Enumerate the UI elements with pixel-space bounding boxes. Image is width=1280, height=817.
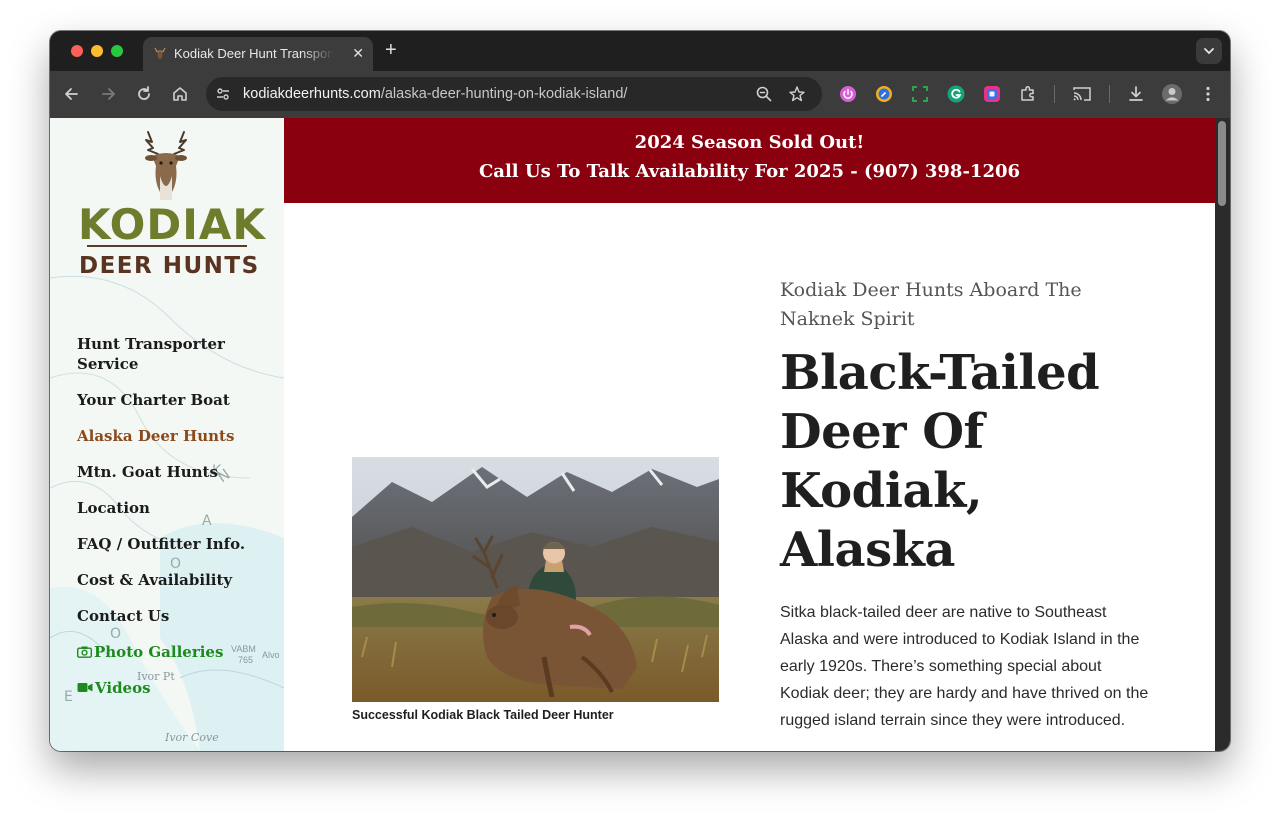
url-host: kodiakdeerhunts.com — [243, 86, 381, 102]
grammarly-icon[interactable] — [946, 84, 966, 104]
bookmark-star-icon[interactable] — [788, 85, 806, 103]
page-viewport: N K A O O E Ivor Pt Ivor Cove VABM 765 A… — [50, 118, 1230, 751]
map-label: Ivor Cove — [165, 731, 219, 744]
logo-deer-hunts[interactable]: DEER HUNTS — [79, 253, 260, 279]
announcement-banner: 2024 Season Sold Out! Call Us To Talk Av… — [284, 118, 1215, 203]
url-text: kodiakdeerhunts.com/alaska-deer-hunting-… — [243, 86, 627, 102]
more-menu-icon[interactable] — [1198, 84, 1218, 104]
download-icon[interactable] — [1126, 84, 1146, 104]
nav-alaska-deer-hunts[interactable]: Alaska Deer Hunts — [77, 426, 277, 446]
page-title: Black-Tailed Deer Of Kodiak, Alaska — [780, 345, 1100, 578]
page-scrollbar[interactable] — [1215, 118, 1230, 751]
nav-your-charter-boat[interactable]: Your Charter Boat — [77, 390, 277, 410]
logo-kodiak[interactable]: KODIAK — [78, 200, 266, 249]
nav-location[interactable]: Location — [77, 498, 277, 518]
back-arrow-icon[interactable] — [62, 84, 82, 104]
svg-text:E: E — [64, 689, 73, 705]
hunter-photo[interactable] — [352, 457, 719, 702]
screenshot-extension-icon[interactable] — [910, 84, 930, 104]
banner-phone-line[interactable]: Call Us To Talk Availability For 2025 - … — [284, 161, 1215, 182]
toolbar-divider — [1109, 85, 1110, 103]
intro-paragraph: Sitka black-tailed deer are native to So… — [780, 604, 1149, 729]
nav-cost-availability[interactable]: Cost & Availability — [77, 570, 277, 590]
nav-videos[interactable]: Videos — [77, 678, 277, 698]
browser-toolbar: kodiakdeerhunts.com/alaska-deer-hunting-… — [50, 71, 1230, 118]
tab-search-button[interactable] — [1196, 38, 1222, 64]
tab-close-icon[interactable]: ✕ — [352, 45, 364, 61]
toolbar-divider — [1054, 85, 1055, 103]
address-bar[interactable]: kodiakdeerhunts.com/alaska-deer-hunting-… — [206, 77, 822, 111]
deer-head-logo-icon — [145, 131, 187, 200]
zoom-window-button[interactable] — [111, 45, 123, 57]
deer-favicon-icon — [154, 47, 166, 59]
power-extension-icon[interactable] — [838, 84, 858, 104]
banner-headline: 2024 Season Sold Out! — [634, 132, 865, 153]
url-path: /alaska-deer-hunting-on-kodiak-island/ — [380, 86, 628, 102]
chevron-down-icon — [1204, 48, 1214, 55]
profile-avatar[interactable] — [1161, 83, 1183, 105]
close-window-button[interactable] — [71, 45, 83, 57]
color-picker-extension-icon[interactable] — [982, 84, 1002, 104]
page-subtitle: Kodiak Deer Hunts Aboard The Naknek Spir… — [780, 279, 1082, 330]
home-icon[interactable] — [170, 84, 190, 104]
zoom-icon[interactable] — [755, 85, 773, 103]
tab-strip: Kodiak Deer Hunt Transportation ✕ + — [50, 31, 1230, 71]
nav-faq-outfitter-info[interactable]: FAQ / Outfitter Info. — [77, 534, 277, 554]
photo-caption: Successful Kodiak Black Tailed Deer Hunt… — [352, 708, 614, 722]
logo-divider — [87, 245, 247, 247]
nav-mtn-goat-hunts[interactable]: Mtn. Goat Hunts — [77, 462, 277, 482]
video-camera-icon — [77, 683, 93, 692]
tab-title: Kodiak Deer Hunt Transportation — [174, 46, 334, 61]
nav-photo-galleries-label: Photo Galleries — [94, 643, 224, 661]
site-settings-icon[interactable] — [215, 86, 231, 102]
compass-extension-icon[interactable] — [874, 84, 894, 104]
browser-window: Kodiak Deer Hunt Transportation ✕ + — [50, 31, 1230, 751]
main-nav: Hunt Transporter Service Your Charter Bo… — [77, 334, 277, 714]
hunter-with-deer-image — [352, 457, 719, 702]
extensions-puzzle-icon[interactable] — [1018, 84, 1038, 104]
nav-contact-us[interactable]: Contact Us — [77, 606, 277, 626]
scrollbar-thumb[interactable] — [1218, 121, 1226, 206]
minimize-window-button[interactable] — [91, 45, 103, 57]
cast-icon[interactable] — [1072, 84, 1092, 104]
camera-icon — [77, 646, 92, 658]
nav-photo-galleries[interactable]: Photo Galleries — [77, 642, 277, 662]
site-sidebar: N K A O O E Ivor Pt Ivor Cove VABM 765 A… — [50, 118, 284, 751]
new-tab-button[interactable]: + — [385, 40, 397, 60]
reload-icon[interactable] — [134, 84, 154, 104]
nav-videos-label: Videos — [95, 679, 151, 697]
browser-tab-active[interactable]: Kodiak Deer Hunt Transportation ✕ — [143, 37, 373, 71]
nav-hunt-transporter-service[interactable]: Hunt Transporter Service — [77, 334, 277, 374]
forward-arrow-icon[interactable] — [98, 84, 118, 104]
